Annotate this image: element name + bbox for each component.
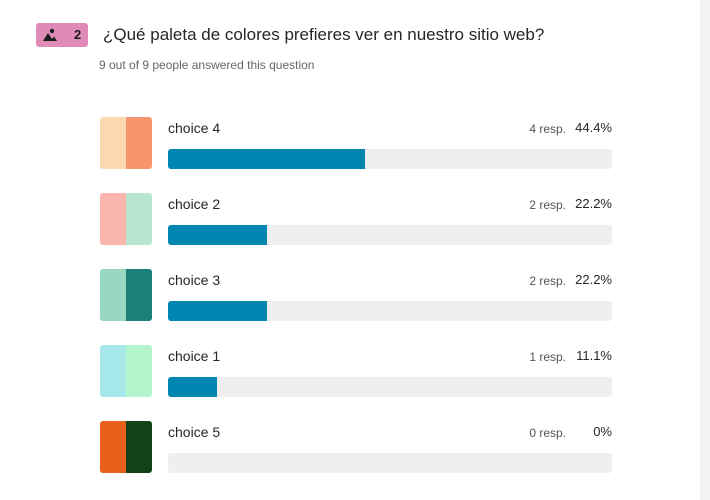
response-percent: 0% [593, 424, 612, 439]
result-bar [168, 377, 612, 397]
response-percent: 11.1% [576, 348, 612, 363]
question-card: 2 ¿Qué paleta de colores prefieres ver e… [0, 0, 700, 500]
color-palette-swatch [100, 421, 152, 473]
option-row: choice 5 0 resp. 0% [100, 421, 612, 473]
option-label: choice 5 [168, 424, 221, 440]
response-count: 0 resp. [529, 426, 566, 440]
color-palette-swatch [100, 193, 152, 245]
response-count: 4 resp. [529, 122, 566, 136]
response-percent: 22.2% [575, 196, 612, 211]
swatch-color-left [100, 117, 126, 169]
question-badge: 2 [36, 23, 88, 47]
result-bar-fill [168, 301, 267, 321]
image-icon [43, 28, 57, 41]
option-label: choice 3 [168, 272, 221, 288]
swatch-color-right [126, 117, 152, 169]
result-bar [168, 301, 612, 321]
swatch-color-left [100, 345, 126, 397]
swatch-color-left [100, 193, 126, 245]
result-bar-fill [168, 149, 366, 169]
swatch-color-right [126, 345, 152, 397]
color-palette-swatch [100, 345, 152, 397]
response-percent: 22.2% [575, 272, 612, 287]
swatch-color-left [100, 269, 126, 321]
swatch-color-right [126, 421, 152, 473]
color-palette-swatch [100, 117, 152, 169]
response-count: 2 resp. [529, 274, 566, 288]
response-count: 2 resp. [529, 198, 566, 212]
result-bar [168, 149, 612, 169]
result-bar [168, 225, 612, 245]
swatch-color-right [126, 193, 152, 245]
question-title: ¿Qué paleta de colores prefieres ver en … [103, 25, 545, 44]
result-bar-fill [168, 225, 267, 245]
response-summary: 9 out of 9 people answered this question [99, 58, 315, 72]
color-palette-swatch [100, 269, 152, 321]
option-label: choice 1 [168, 348, 221, 364]
option-label: choice 2 [168, 196, 221, 212]
option-row: choice 2 2 resp. 22.2% [100, 193, 612, 245]
question-number: 2 [74, 27, 82, 42]
option-label: choice 4 [168, 120, 221, 136]
result-bar-fill [168, 377, 218, 397]
result-bar [168, 453, 612, 473]
response-percent: 44.4% [575, 120, 612, 135]
option-row: choice 4 4 resp. 44.4% [100, 117, 612, 169]
response-count: 1 resp. [529, 350, 566, 364]
option-row: choice 3 2 resp. 22.2% [100, 269, 612, 321]
swatch-color-right [126, 269, 152, 321]
swatch-color-left [100, 421, 126, 473]
option-row: choice 1 1 resp. 11.1% [100, 345, 612, 397]
